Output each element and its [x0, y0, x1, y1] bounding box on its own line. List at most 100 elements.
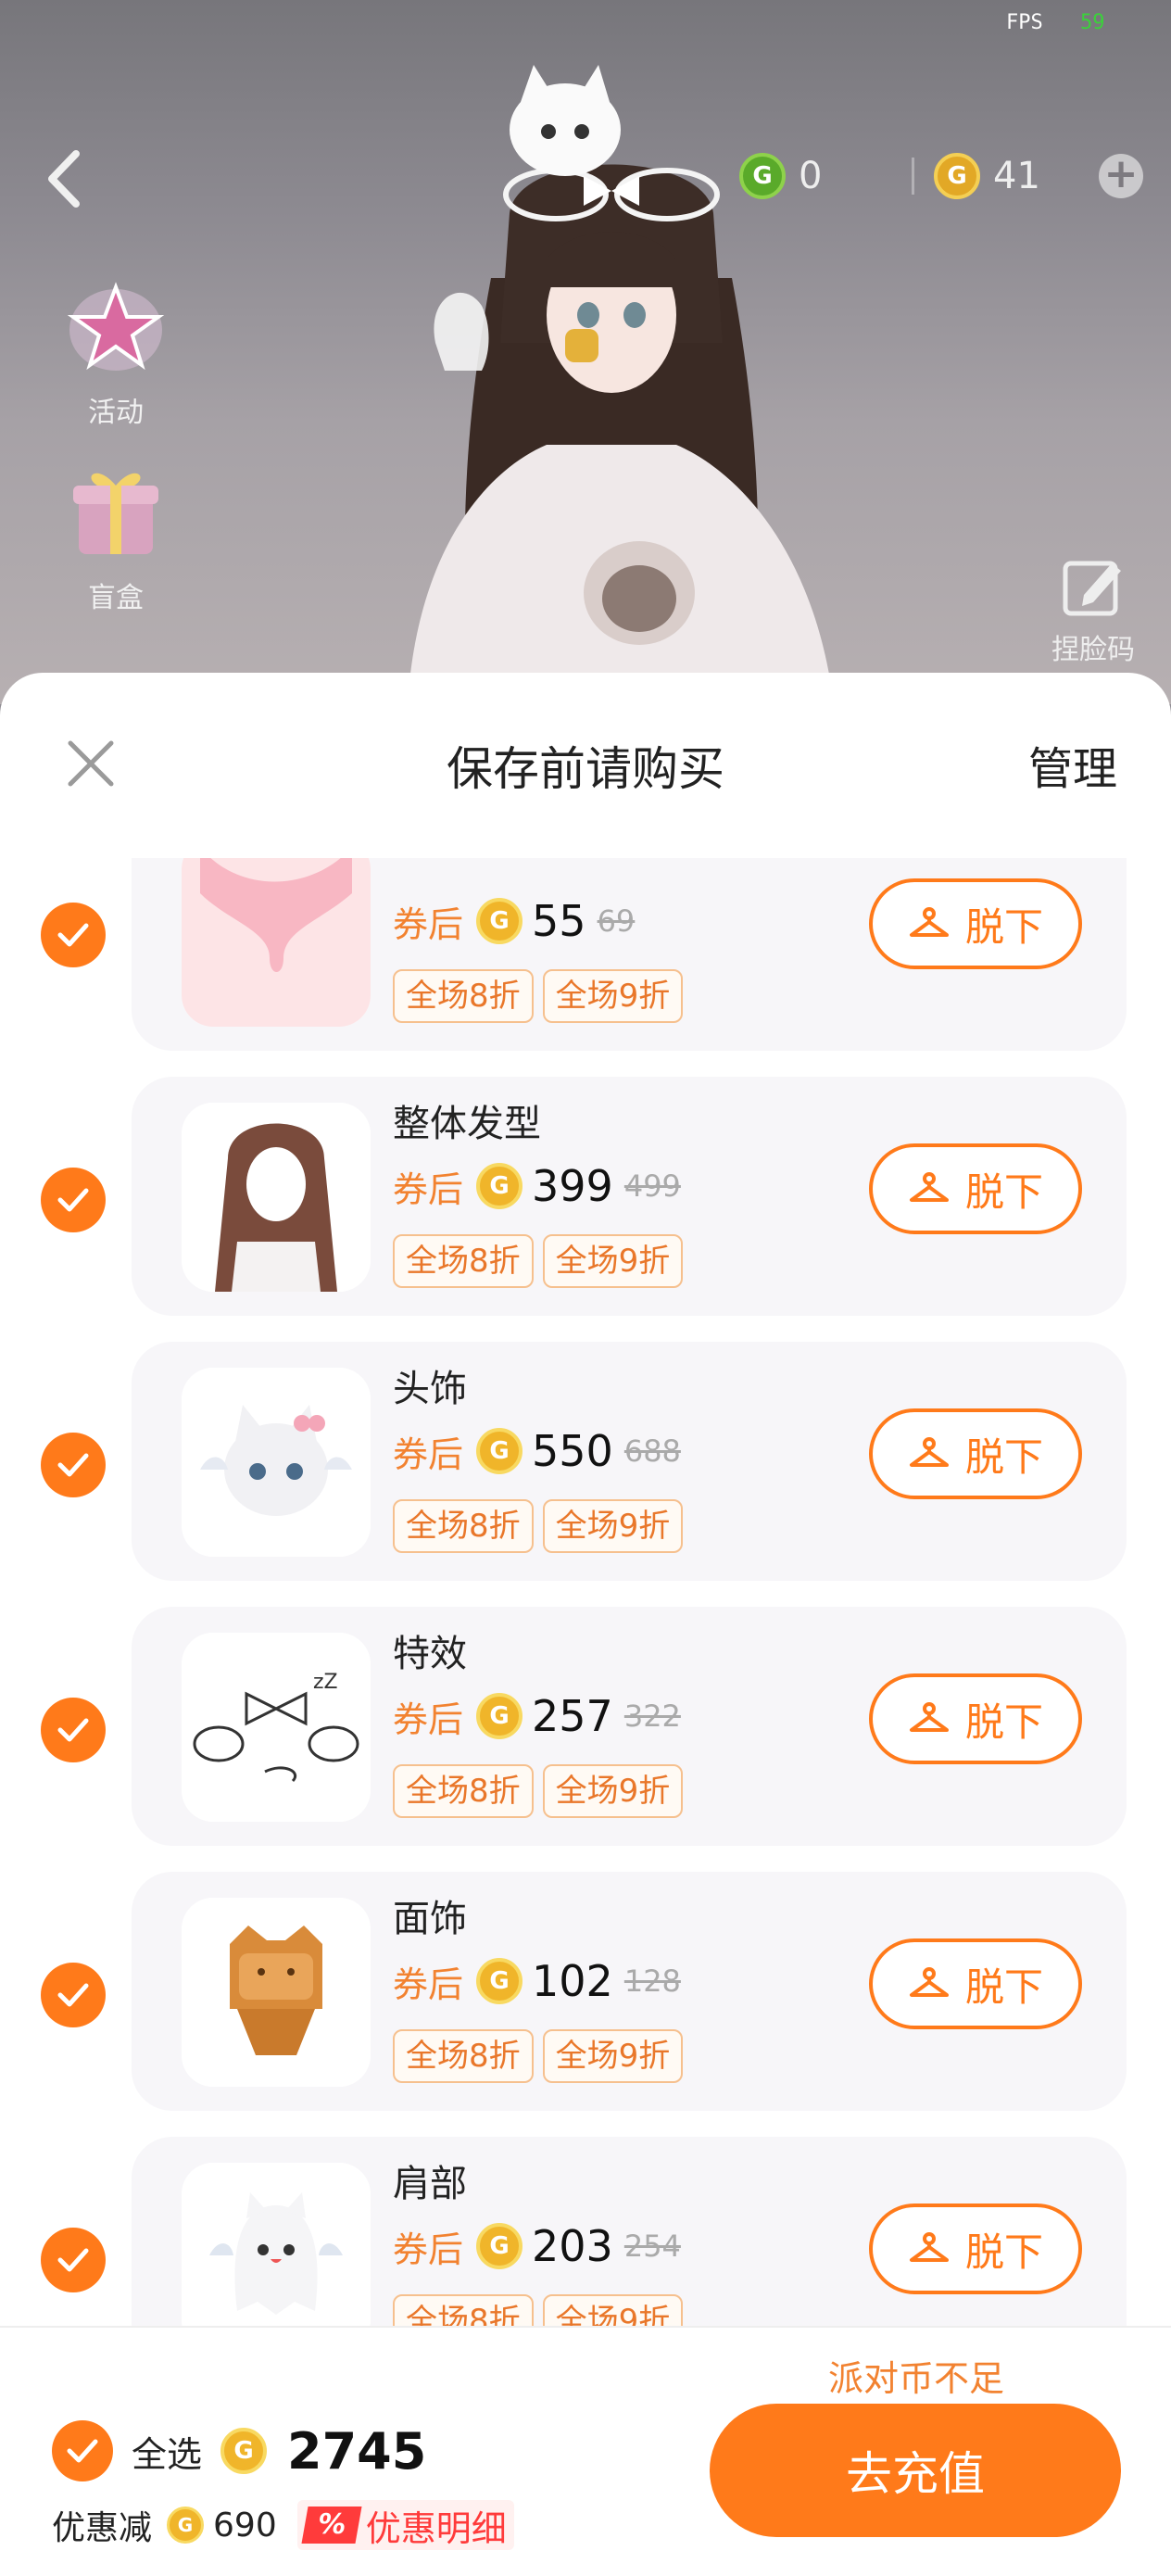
discount-tag: 全场8折 — [393, 1234, 534, 1288]
item-price-line: 券后 G 550 688 — [393, 1421, 681, 1481]
item-original-price: 69 — [597, 903, 636, 939]
back-button[interactable] — [37, 146, 93, 211]
discount-tag: 全场9折 — [542, 1499, 684, 1553]
activity-label: 活动 — [88, 397, 144, 429]
svg-text:zZ: zZ — [313, 1671, 338, 1694]
item-price-line: 券后 G 203 254 — [393, 2216, 681, 2276]
remove-item-button[interactable]: 脱下 — [869, 1673, 1082, 1764]
checkmark-icon — [57, 1453, 89, 1477]
item-checkbox[interactable] — [41, 1963, 106, 2027]
discount-tag: 全场9折 — [542, 969, 684, 1023]
item-name: 肩部 — [393, 2163, 467, 2205]
list-item: 券后 G 55 69 全场8折 全场9折 脱下 — [0, 858, 1171, 1064]
remove-label: 脱下 — [964, 2229, 1043, 2275]
discount-tag: 全场9折 — [542, 2294, 684, 2326]
gold-coin-icon: G — [934, 153, 980, 199]
after-coupon-label: 券后 — [393, 1168, 464, 1210]
manage-button[interactable]: 管理 — [1028, 732, 1117, 797]
checkmark-icon — [57, 2248, 89, 2272]
gold-coin-icon: G — [220, 2428, 268, 2474]
discount-label: 优惠减 — [52, 2509, 153, 2547]
remove-item-button[interactable]: 脱下 — [869, 2203, 1082, 2294]
remove-label: 脱下 — [964, 1168, 1043, 1215]
remove-item-button[interactable]: 脱下 — [869, 1143, 1082, 1234]
gold-coin-icon: G — [476, 898, 523, 944]
after-coupon-label: 券后 — [393, 1698, 464, 1740]
item-thumbnail — [182, 1368, 371, 1557]
hanger-icon — [909, 1172, 949, 1202]
remove-item-button[interactable]: 脱下 — [869, 878, 1082, 969]
item-price: 55 — [532, 896, 586, 946]
item-checkbox[interactable] — [41, 1698, 106, 1762]
gold-currency-value: 41 — [993, 155, 1040, 197]
item-name: 特效 — [393, 1633, 467, 1675]
remove-label: 脱下 — [964, 1433, 1043, 1480]
gold-coin-icon: G — [476, 1693, 523, 1739]
discount-tags: 全场8折 全场9折 — [393, 1234, 684, 1288]
sheet-header: 保存前请购买 管理 — [0, 673, 1171, 858]
list-item: 肩部 券后 G 203 254 全场8折 全场9折 脱下 — [0, 2124, 1171, 2326]
face-code-button[interactable]: 捏脸码 — [1038, 554, 1149, 667]
checkout-bar: 派对币不足 全选 G 2745 优惠减 G 690 % 优惠明细 去充值 — [0, 2326, 1171, 2576]
discount-tag: 全场8折 — [393, 1499, 534, 1553]
blindbox-label: 盲盒 — [88, 582, 144, 614]
item-checkbox[interactable] — [41, 1168, 106, 1232]
item-list[interactable]: 券后 G 55 69 全场8折 全场9折 脱下 整体发型 券后 G 399 49… — [0, 858, 1171, 2326]
list-item: 整体发型 券后 G 399 499 全场8折 全场9折 脱下 — [0, 1064, 1171, 1329]
discount-detail-button[interactable]: % 优惠明细 — [296, 2500, 514, 2550]
select-all-toggle[interactable]: 全选 G 2745 — [52, 2420, 426, 2481]
checkmark-icon — [57, 1188, 89, 1212]
item-original-price: 128 — [623, 1964, 681, 1999]
discount-tag: 全场9折 — [542, 1234, 684, 1288]
item-checkbox[interactable] — [41, 2228, 106, 2292]
gold-coin-icon: G — [167, 2507, 205, 2544]
hanger-icon — [909, 2232, 949, 2262]
sheet-title: 保存前请购买 — [447, 742, 724, 796]
item-price: 257 — [532, 1691, 613, 1741]
gold-coin-icon: G — [476, 1958, 523, 2004]
percent-icon: % — [301, 2507, 362, 2544]
checkmark-icon — [57, 923, 89, 947]
item-checkbox[interactable] — [41, 1433, 106, 1497]
item-name: 整体发型 — [393, 1103, 541, 1145]
item-price: 550 — [532, 1426, 613, 1476]
item-thumbnail — [182, 2163, 371, 2326]
discount-tag: 全场8折 — [393, 1764, 534, 1818]
discount-tag: 全场8折 — [393, 2029, 534, 2083]
item-list-inner: 券后 G 55 69 全场8折 全场9折 脱下 整体发型 券后 G 399 49… — [0, 858, 1171, 2326]
item-thumbnail — [182, 1898, 371, 2087]
item-thumbnail — [182, 1103, 371, 1292]
remove-label: 脱下 — [964, 1964, 1043, 2010]
remove-item-button[interactable]: 脱下 — [869, 1408, 1082, 1499]
select-all-label: 全选 — [132, 2433, 203, 2475]
fps-label: FPS — [1006, 11, 1043, 34]
item-checkbox[interactable] — [41, 903, 106, 967]
item-price: 203 — [532, 2221, 613, 2271]
after-coupon-label: 券后 — [393, 1964, 464, 2005]
list-item: 头饰 券后 G 550 688 全场8折 全场9折 脱下 — [0, 1329, 1171, 1594]
gold-coin-icon: G — [476, 1428, 523, 1474]
item-price-line: 券后 G 55 69 — [393, 891, 635, 951]
select-all-checkbox[interactable] — [52, 2420, 113, 2481]
activity-button[interactable]: 活动 — [56, 274, 176, 430]
list-item: zZ 特效 券后 G 257 322 全场8折 全场9折 脱下 — [0, 1594, 1171, 1859]
blindbox-button[interactable]: 盲盒 — [56, 460, 176, 615]
edit-icon — [1063, 561, 1121, 616]
currency-divider — [912, 158, 914, 195]
discount-tag: 全场8折 — [393, 2294, 534, 2326]
discount-summary: 优惠减 G 690 % 优惠明细 — [52, 2500, 514, 2550]
list-item: 面饰 券后 G 102 128 全场8折 全场9折 脱下 — [0, 1859, 1171, 2124]
gift-box-icon — [73, 473, 158, 554]
avatar-character — [408, 65, 834, 704]
item-name: 面饰 — [393, 1898, 467, 1940]
item-price-line: 券后 G 399 499 — [393, 1156, 681, 1216]
insufficient-notice: 派对币不足 — [828, 2358, 1005, 2399]
star-icon — [67, 282, 165, 371]
remove-item-button[interactable]: 脱下 — [869, 1938, 1082, 2029]
item-thumbnail: zZ — [182, 1633, 371, 1822]
add-currency-button[interactable]: + — [1099, 154, 1143, 198]
remove-label: 脱下 — [964, 903, 1043, 950]
total-price: 2745 — [287, 2421, 427, 2481]
hanger-icon — [909, 1967, 949, 1997]
recharge-button[interactable]: 去充值 — [710, 2404, 1121, 2537]
